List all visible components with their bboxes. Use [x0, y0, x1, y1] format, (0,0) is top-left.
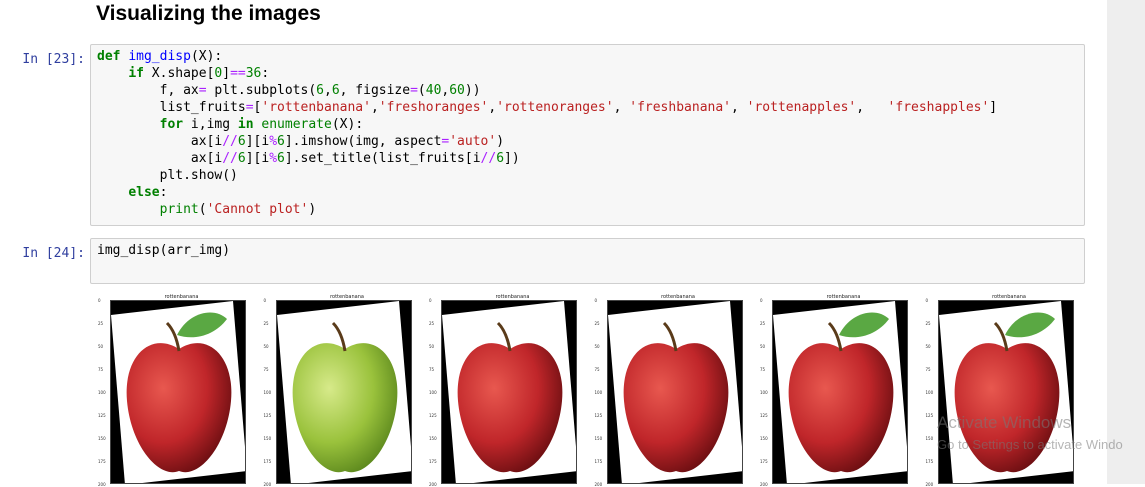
image-panel: rottenbanana 0 25 50 75 100 125 150 175 200: [918, 288, 1083, 487]
y-tick-label: 150: [760, 436, 768, 441]
y-tick-label: 125: [925, 413, 934, 418]
y-tick-label: 100: [594, 390, 603, 395]
code-line: f, ax= plt.subplots(6,6, figsize=(40,60)…: [97, 83, 481, 98]
code-cell-23[interactable]: def img_disp(X): if X.shape[0]==36: f, a…: [90, 44, 1085, 226]
y-tick-label: 175: [760, 459, 768, 464]
image-axes: [937, 300, 1074, 484]
code-line: for i,img in enumerate(X):: [159, 117, 364, 132]
code-line: ax[i//6][i%6].imshow(img, aspect='auto'): [97, 134, 505, 149]
y-tick-label: 0: [925, 298, 929, 303]
y-tick-label: 150: [429, 436, 437, 441]
activate-windows-watermark: Activate Windows: [937, 413, 1072, 432]
y-tick-label: 50: [594, 344, 600, 349]
y-tick-label: 25: [98, 321, 104, 326]
fruit-image: [773, 301, 907, 483]
y-tick-label: 50: [925, 344, 931, 349]
notebook: Visualizing the images In [23]: def img_…: [0, 0, 1107, 487]
y-tick-label: 50: [760, 344, 766, 349]
y-tick-label: 125: [760, 413, 768, 418]
code-line: plt.show(): [97, 168, 238, 183]
code-line: ax[i//6][i%6].set_title(list_fruits[i//6…: [97, 151, 520, 166]
y-tick-label: 25: [263, 321, 269, 326]
y-tick-label: 100: [98, 390, 106, 395]
code-editor-24[interactable]: img_disp(arr_img): [91, 239, 1084, 262]
fruit-image: [111, 301, 245, 483]
fruit-image: [442, 301, 576, 483]
image-panel: rottenbanana 0 25 50 75 100 125 150 175 200: [752, 288, 917, 487]
y-tick-label: 25: [429, 321, 435, 326]
y-tick-label: 0: [760, 298, 763, 303]
cell-prompt-24: In [24]:: [22, 246, 85, 261]
image-axes: [606, 300, 743, 484]
y-tick-label: 75: [760, 367, 766, 372]
y-tick-label: 150: [263, 436, 272, 441]
y-tick-label: 175: [263, 459, 272, 464]
y-tick-label: 175: [925, 459, 934, 464]
y-tick-label: 200: [925, 482, 934, 487]
y-tick-label: 125: [429, 413, 437, 418]
y-tick-label: 175: [594, 459, 603, 464]
y-tick-label: 200: [594, 482, 603, 487]
cell-prompt-23: In [23]:: [22, 52, 85, 67]
y-tick-label: 0: [429, 298, 432, 303]
image-panel: rottenbanana 0 25 50 75 100 125 150 175 200: [587, 288, 752, 487]
fruit-image: [607, 301, 742, 483]
y-tick-label: 200: [98, 482, 106, 487]
y-tick-label: 50: [98, 344, 104, 349]
y-tick-label: 175: [98, 459, 106, 464]
image-axes: [110, 300, 246, 484]
cell-output-24: rottenbanana 0 25 50 75 100 125 150 175 200 rotten…: [90, 288, 1107, 487]
y-tick-label: 25: [760, 321, 766, 326]
y-tick-label: 200: [263, 482, 272, 487]
y-tick-label: 175: [429, 459, 437, 464]
y-tick-label: 0: [98, 298, 101, 303]
fruit-image: [276, 301, 411, 483]
y-tick-label: 25: [594, 321, 600, 326]
code-line: list_fruits=['rottenbanana','freshorange…: [97, 100, 998, 115]
y-tick-label: 0: [263, 298, 267, 303]
y-tick-label: 125: [98, 413, 106, 418]
code-line: def img_disp(X):: [97, 49, 223, 64]
y-tick-label: 50: [429, 344, 435, 349]
activate-windows-hint: Go to Settings to activate Windo: [937, 437, 1123, 452]
y-tick-label: 150: [594, 436, 603, 441]
y-tick-label: 75: [594, 367, 600, 372]
y-tick-label: 0: [594, 298, 598, 303]
y-tick-label: 200: [760, 482, 768, 487]
image-panel: rottenbanana 0 25 50 75 100 125 150 175 200: [256, 288, 421, 487]
y-tick-label: 100: [760, 390, 768, 395]
code-line: img_disp(arr_img): [97, 243, 231, 258]
code-editor-23[interactable]: def img_disp(X): if X.shape[0]==36: f, a…: [91, 45, 1084, 221]
section-heading: Visualizing the images: [96, 2, 321, 25]
y-tick-label: 100: [925, 390, 934, 395]
y-tick-label: 75: [925, 367, 931, 372]
y-tick-label: 150: [925, 436, 934, 441]
y-tick-label: 100: [429, 390, 437, 395]
code-line: print('Cannot plot'): [159, 202, 317, 217]
code-cell-24[interactable]: img_disp(arr_img): [90, 238, 1085, 284]
code-line: else:: [128, 185, 168, 200]
image-axes: [275, 300, 412, 484]
scroll-gutter[interactable]: [1107, 0, 1145, 484]
image-axes: [441, 300, 577, 484]
y-tick-label: 75: [429, 367, 435, 372]
y-tick-label: 150: [98, 436, 106, 441]
y-tick-label: 125: [263, 413, 272, 418]
y-tick-label: 75: [263, 367, 269, 372]
y-tick-label: 25: [925, 321, 931, 326]
image-panel: rottenbanana 0 25 50 75 100 125 150 175 200: [90, 288, 255, 487]
y-tick-label: 75: [98, 367, 104, 372]
image-panel: rottenbanana 0 25 50 75 100 125 150 175 200: [421, 288, 586, 487]
y-tick-label: 100: [263, 390, 272, 395]
y-tick-label: 125: [594, 413, 603, 418]
fruit-image: [938, 301, 1073, 483]
y-tick-label: 200: [429, 482, 437, 487]
image-axes: [772, 300, 908, 484]
y-tick-label: 50: [263, 344, 269, 349]
code-line: if X.shape[0]==36:: [128, 66, 270, 81]
